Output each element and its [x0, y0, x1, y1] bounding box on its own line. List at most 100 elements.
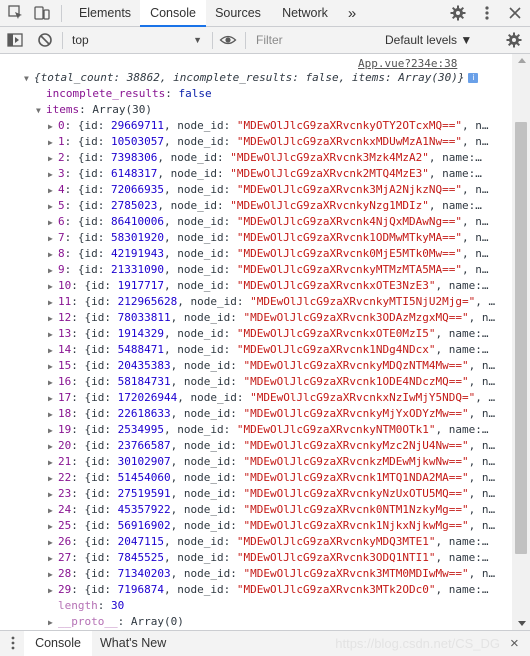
- list-item[interactable]: ▶ 29: {id: 7196874, node_id: "MDEwOlJlcG9…: [48, 582, 489, 598]
- collapsed-triangle-icon[interactable]: ▶: [48, 343, 58, 359]
- list-item[interactable]: ▶ 26: {id: 2047115, node_id: "MDEwOlJlcG9…: [48, 534, 489, 550]
- list-item[interactable]: ▶ 5: {id: 2785023, node_id: "MDEwOlJlcG9z…: [48, 198, 482, 214]
- collapsed-triangle-icon[interactable]: ▶: [48, 199, 58, 215]
- device-toolbar-icon[interactable]: [33, 4, 51, 22]
- collapsed-triangle-icon[interactable]: ▶: [48, 407, 58, 423]
- vertical-scrollbar[interactable]: [512, 54, 530, 630]
- list-item[interactable]: ▶ 17: {id: 172026944, node_id: "MDEwOlJlc…: [48, 390, 495, 406]
- collapsed-triangle-icon[interactable]: ▶: [48, 471, 58, 487]
- collapsed-triangle-icon[interactable]: ▶: [48, 423, 58, 439]
- punctuation: : {id:: [71, 439, 118, 452]
- list-item[interactable]: ▶ 6: {id: 86410006, node_id: "MDEwOlJlcG9…: [48, 214, 489, 230]
- punctuation: : {id:: [64, 247, 111, 260]
- collapsed-triangle-icon[interactable]: ▶: [48, 551, 58, 567]
- item-node-id: "MDEwOlJlcG9zaXRvcnk3ODQ1NTI1": [236, 551, 436, 564]
- collapsed-triangle-icon[interactable]: ▶: [48, 167, 58, 183]
- collapsed-triangle-icon[interactable]: ▶: [48, 391, 58, 407]
- eye-icon[interactable]: [219, 31, 237, 49]
- collapsed-triangle-icon[interactable]: ▶: [48, 439, 58, 455]
- collapsed-triangle-icon[interactable]: ▶: [48, 183, 58, 199]
- list-item[interactable]: ▶ 22: {id: 51454060, node_id: "MDEwOlJlcG…: [48, 470, 495, 486]
- collapsed-triangle-icon[interactable]: ▶: [48, 487, 58, 503]
- clear-console-icon[interactable]: [36, 31, 54, 49]
- filter-input[interactable]: [252, 30, 380, 50]
- drawer-tab-whats-new[interactable]: What's New: [100, 631, 174, 656]
- list-item[interactable]: ▶ 27: {id: 7845525, node_id: "MDEwOlJlcG9…: [48, 550, 489, 566]
- drawer-tab-console[interactable]: Console: [24, 631, 92, 656]
- list-item[interactable]: ▶ 13: {id: 1914329, node_id: "MDEwOlJlcG9…: [48, 326, 489, 342]
- collapsed-triangle-icon[interactable]: ▶: [48, 359, 58, 375]
- list-item[interactable]: ▶ 19: {id: 2534995, node_id: "MDEwOlJlcG9…: [48, 422, 489, 438]
- collapsed-triangle-icon[interactable]: ▶: [48, 455, 58, 471]
- close-devtools-icon[interactable]: [506, 4, 524, 22]
- drawer-menu-icon[interactable]: [10, 635, 16, 654]
- tab-network[interactable]: Network: [272, 0, 338, 27]
- log-levels-dropdown[interactable]: Default levels ▼: [385, 27, 472, 53]
- collapsed-triangle-icon[interactable]: ▶: [48, 503, 58, 519]
- tab-console[interactable]: Console: [140, 0, 206, 27]
- source-link[interactable]: App.vue?234e:38: [358, 57, 457, 70]
- punctuation: : {id:: [71, 471, 118, 484]
- customize-menu-icon[interactable]: [478, 4, 496, 22]
- close-drawer-icon[interactable]: ×: [510, 631, 526, 656]
- collapsed-triangle-icon[interactable]: ▶: [48, 327, 58, 343]
- list-item[interactable]: ▶ 20: {id: 23766587, node_id: "MDEwOlJlcG…: [48, 438, 495, 454]
- collapsed-triangle-icon[interactable]: ▶: [48, 119, 58, 135]
- collapsed-triangle-icon[interactable]: ▶: [48, 135, 58, 151]
- collapsed-triangle-icon[interactable]: ▶: [48, 583, 58, 599]
- list-item[interactable]: ▶ 4: {id: 72066935, node_id: "MDEwOlJlcG9…: [48, 182, 489, 198]
- collapsed-triangle-icon[interactable]: ▶: [48, 615, 58, 630]
- collapsed-triangle-icon[interactable]: ▶: [48, 519, 58, 535]
- collapsed-triangle-icon[interactable]: ▶: [48, 311, 58, 327]
- list-item[interactable]: ▶ 15: {id: 20435383, node_id: "MDEwOlJlcG…: [48, 358, 495, 374]
- collapsed-triangle-icon[interactable]: ▶: [48, 567, 58, 583]
- list-item[interactable]: ▶ 24: {id: 45357922, node_id: "MDEwOlJlcG…: [48, 502, 495, 518]
- log-summary-row[interactable]: ▼ {total_count: 38862, incomplete_results…: [24, 70, 479, 87]
- collapsed-triangle-icon[interactable]: ▶: [48, 375, 58, 391]
- show-sidebar-icon[interactable]: [6, 31, 24, 49]
- list-item[interactable]: ▶ 9: {id: 21331090, node_id: "MDEwOlJlcG9…: [48, 262, 489, 278]
- list-item[interactable]: ▶ 3: {id: 6148317, node_id: "MDEwOlJlcG9z…: [48, 166, 482, 182]
- punctuation: : {id:: [64, 263, 111, 276]
- list-item[interactable]: ▶ 28: {id: 71340203, node_id: "MDEwOlJlcG…: [48, 566, 495, 582]
- expanded-triangle-icon[interactable]: ▼: [36, 103, 46, 119]
- collapsed-triangle-icon[interactable]: ▶: [48, 279, 58, 295]
- list-item[interactable]: ▶ 21: {id: 30102907, node_id: "MDEwOlJlcG…: [48, 454, 495, 470]
- list-item[interactable]: ▶ 2: {id: 7398306, node_id: "MDEwOlJlcG9z…: [48, 150, 482, 166]
- list-item[interactable]: ▶ 10: {id: 1917717, node_id: "MDEwOlJlcG9…: [48, 278, 489, 294]
- item-tail: , name:…: [435, 551, 489, 564]
- list-item[interactable]: ▶ 0: {id: 29669711, node_id: "MDEwOlJlcG9…: [48, 118, 489, 134]
- list-item[interactable]: ▶ 14: {id: 5488471, node_id: "MDEwOlJlcG9…: [48, 342, 489, 358]
- list-item[interactable]: ▶ 16: {id: 58184731, node_id: "MDEwOlJlcG…: [48, 374, 495, 390]
- context-selector[interactable]: top ▼: [72, 27, 206, 53]
- expanded-triangle-icon[interactable]: ▼: [24, 71, 34, 87]
- collapsed-triangle-icon[interactable]: ▶: [48, 231, 58, 247]
- inspect-element-icon[interactable]: [7, 4, 25, 22]
- list-item[interactable]: ▶ 1: {id: 10503057, node_id: "MDEwOlJlcG9…: [48, 134, 489, 150]
- collapsed-triangle-icon[interactable]: ▶: [48, 247, 58, 263]
- collapsed-triangle-icon[interactable]: ▶: [48, 295, 58, 311]
- list-item[interactable]: ▶ 23: {id: 27519591, node_id: "MDEwOlJlcG…: [48, 486, 495, 502]
- tab-sources[interactable]: Sources: [206, 0, 270, 27]
- list-item[interactable]: ▶ 12: {id: 78033811, node_id: "MDEwOlJlcG…: [48, 310, 495, 326]
- settings-gear-icon[interactable]: [449, 4, 467, 22]
- console-settings-gear-icon[interactable]: [505, 31, 523, 49]
- scroll-up-arrow-icon[interactable]: [518, 58, 526, 63]
- list-item[interactable]: ▶ 11: {id: 212965628, node_id: "MDEwOlJlc…: [48, 294, 495, 310]
- collapsed-triangle-icon[interactable]: ▶: [48, 215, 58, 231]
- list-item[interactable]: ▶ 18: {id: 22618633, node_id: "MDEwOlJlcG…: [48, 406, 495, 422]
- items-row[interactable]: ▼ items: Array(30): [36, 102, 152, 118]
- list-item[interactable]: ▶ 25: {id: 56916902, node_id: "MDEwOlJlcG…: [48, 518, 495, 534]
- proto-row[interactable]: ▶ __proto__: Array(0): [48, 614, 184, 630]
- tab-elements[interactable]: Elements: [70, 0, 140, 27]
- collapsed-triangle-icon[interactable]: ▶: [48, 535, 58, 551]
- scroll-down-arrow-icon[interactable]: [518, 621, 526, 626]
- collapsed-triangle-icon[interactable]: ▶: [48, 263, 58, 279]
- info-icon[interactable]: i: [468, 73, 479, 83]
- scroll-thumb[interactable]: [515, 122, 527, 554]
- collapsed-triangle-icon[interactable]: ▶: [48, 151, 58, 167]
- more-tabs-button[interactable]: »: [342, 0, 362, 27]
- list-item[interactable]: ▶ 7: {id: 58301920, node_id: "MDEwOlJlcG9…: [48, 230, 489, 246]
- punctuation: , node_id:: [163, 247, 237, 260]
- list-item[interactable]: ▶ 8: {id: 42191943, node_id: "MDEwOlJlcG9…: [48, 246, 489, 262]
